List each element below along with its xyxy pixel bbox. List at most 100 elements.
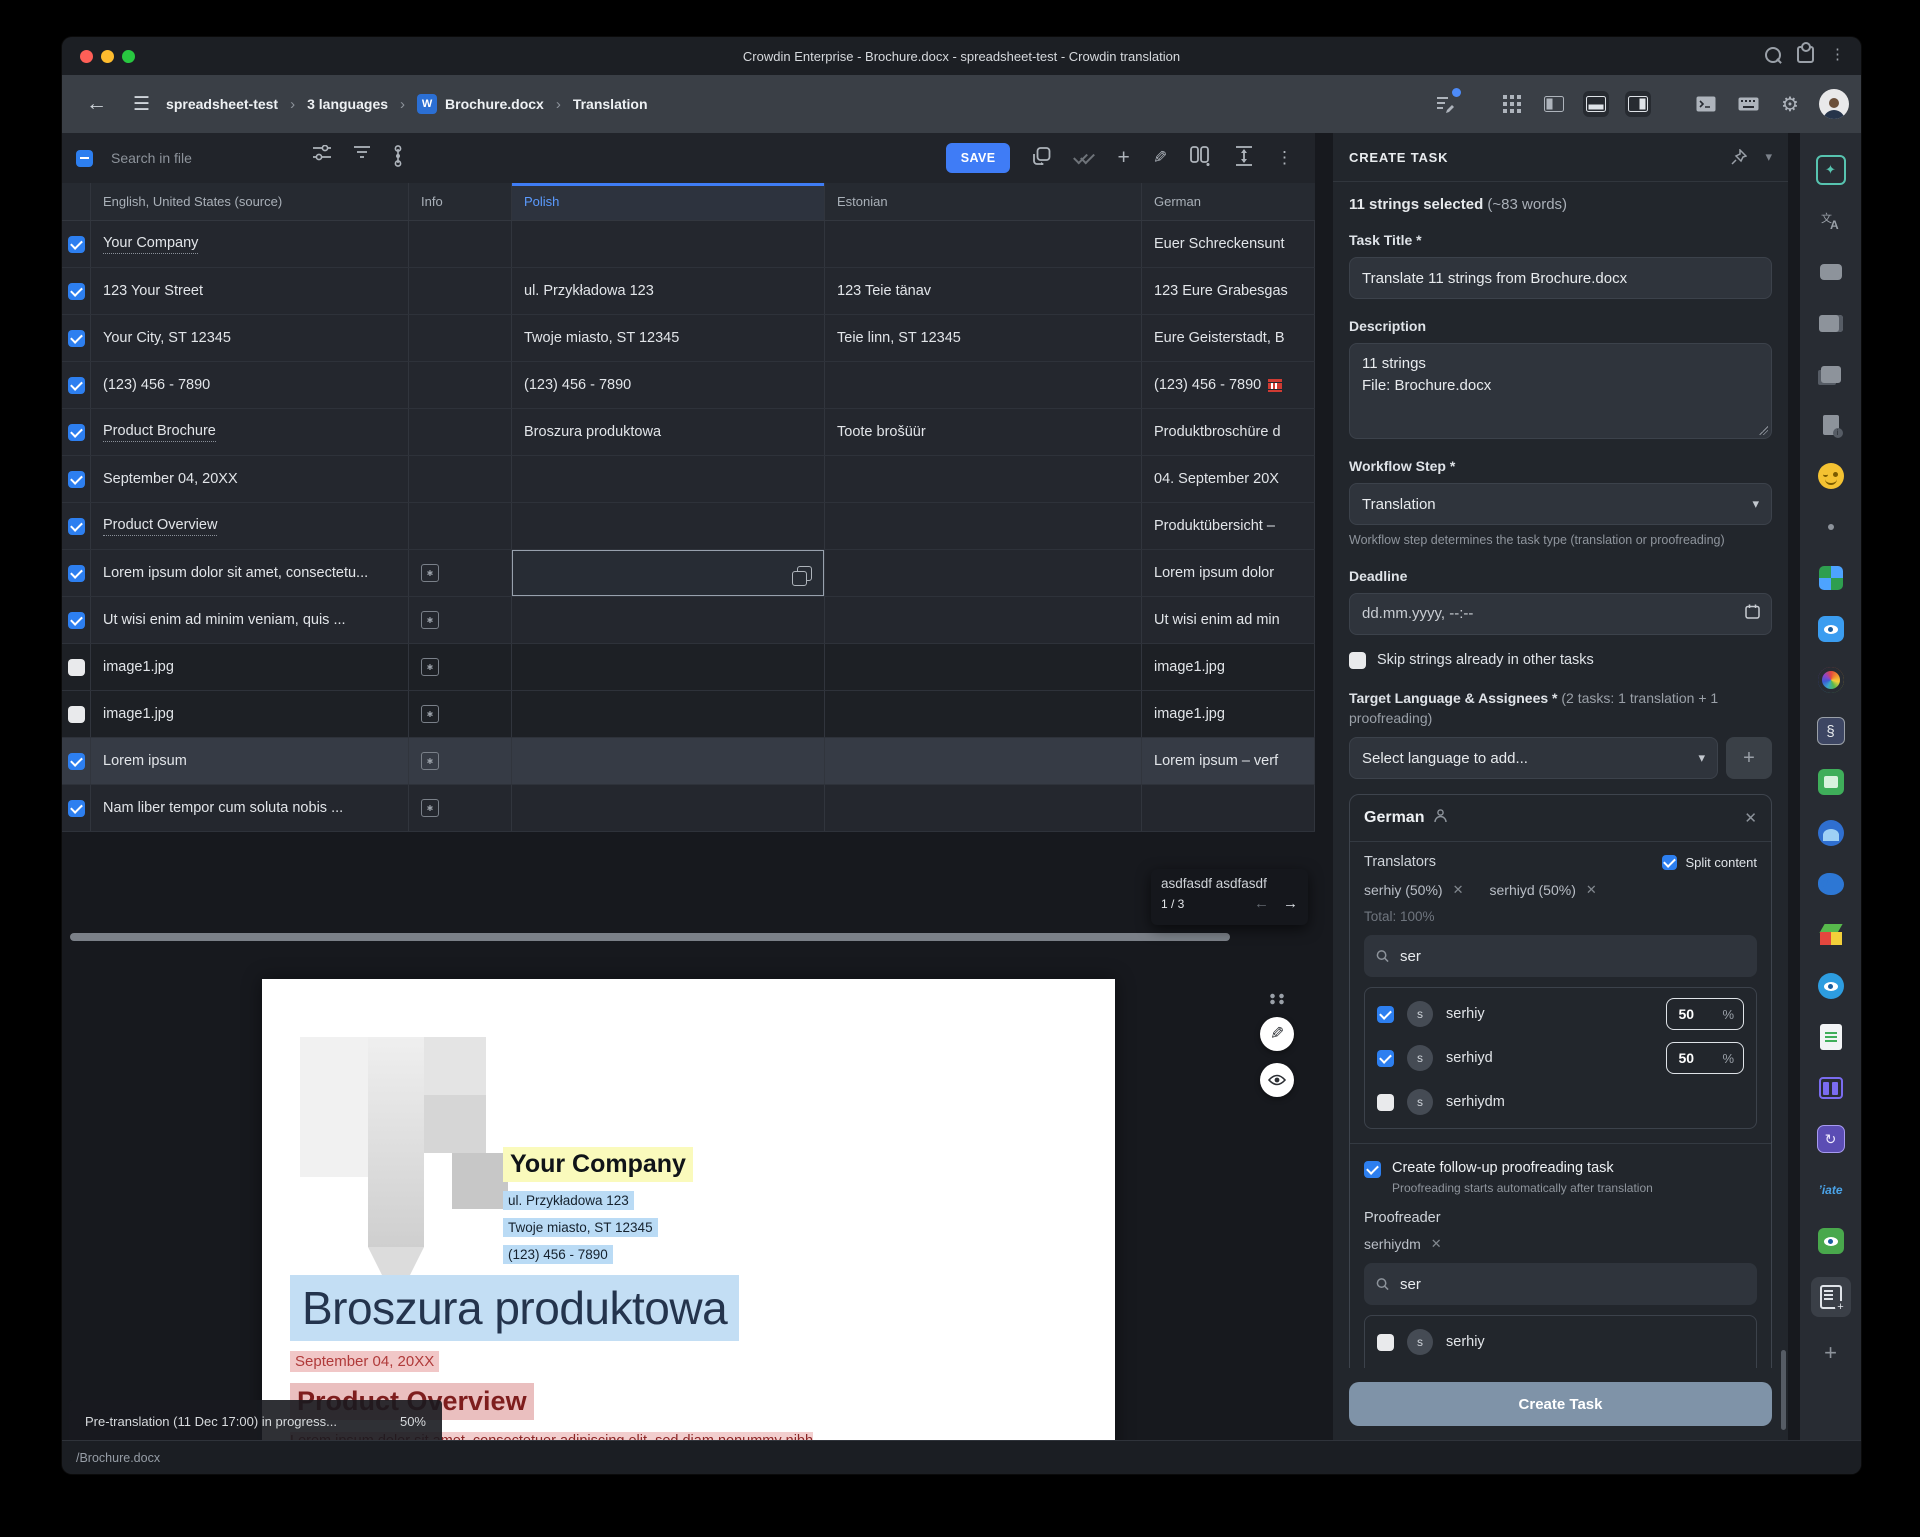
translator-search[interactable] <box>1364 935 1757 977</box>
context-info-icon[interactable]: ✱ <box>421 705 439 723</box>
eye-app-icon[interactable] <box>1816 614 1846 644</box>
row-checkbox-cell[interactable] <box>62 268 91 314</box>
polish-cell[interactable]: Twoje miasto, ST 12345 <box>512 315 825 361</box>
add-app-icon[interactable]: + <box>1816 1338 1846 1368</box>
remove-chip-icon[interactable]: ✕ <box>1453 882 1464 898</box>
comment-icon[interactable] <box>1816 257 1846 287</box>
save-button[interactable]: SAVE <box>946 143 1011 173</box>
gear-icon[interactable]: ⚙ <box>1777 91 1803 117</box>
cube-icon[interactable] <box>1816 920 1846 950</box>
row-checkbox[interactable] <box>68 659 85 676</box>
deadline-input[interactable] <box>1349 593 1772 635</box>
color-wheel-icon[interactable] <box>1816 665 1846 695</box>
skip-strings-checkbox[interactable] <box>1349 652 1366 669</box>
context-info-icon[interactable]: ✱ <box>421 799 439 817</box>
followup-proofreading-checkbox[interactable] <box>1364 1161 1381 1178</box>
green-eye-icon[interactable] <box>1816 1226 1846 1256</box>
estonian-cell[interactable] <box>825 456 1142 502</box>
german-cell[interactable]: Lorem ipsum – verf <box>1142 738 1315 784</box>
table-row[interactable]: image1.jpg✱image1.jpg <box>62 644 1315 691</box>
german-cell[interactable]: Produktübersicht – <box>1142 503 1315 549</box>
breadcrumb-step[interactable]: Translation <box>573 96 648 112</box>
german-cell[interactable]: Euer Schreckensunt <box>1142 221 1315 267</box>
german-cell[interactable]: Ut wisi enim ad min <box>1142 597 1315 643</box>
source-cell[interactable]: Lorem ipsum dolor sit amet, consectetu..… <box>91 550 409 596</box>
browser-zoom-icon[interactable] <box>1765 47 1781 63</box>
table-row[interactable]: image1.jpg✱image1.jpg <box>62 691 1315 738</box>
row-checkbox[interactable] <box>68 236 85 253</box>
percent-input[interactable]: % <box>1666 998 1744 1030</box>
info-cell[interactable]: ✱ <box>409 550 512 596</box>
editor-mode-icon[interactable] <box>1433 91 1459 117</box>
legal-paragraph-icon[interactable]: § <box>1816 716 1846 746</box>
breadcrumb-project[interactable]: spreadsheet-test <box>166 96 278 112</box>
breadcrumb-languages[interactable]: 3 languages <box>307 96 388 112</box>
context-info-icon[interactable]: ✱ <box>421 564 439 582</box>
column-header-info[interactable]: Info <box>409 183 512 220</box>
estonian-cell[interactable] <box>825 597 1142 643</box>
row-checkbox[interactable] <box>68 377 85 394</box>
doc-company-name[interactable]: Your Company <box>503 1147 693 1182</box>
german-cell[interactable]: (123) 456 - 7890 <box>1142 362 1315 408</box>
assignee-option[interactable]: sserhiy <box>1377 1320 1744 1364</box>
split-content-checkbox[interactable] <box>1662 855 1677 870</box>
estonian-cell[interactable]: Toote brošüür <box>825 409 1142 455</box>
estonian-cell[interactable]: 123 Teie tänav <box>825 268 1142 314</box>
percent-input[interactable]: % <box>1666 1042 1744 1074</box>
remove-language-icon[interactable]: ✕ <box>1744 809 1757 827</box>
layout-bottom-icon[interactable] <box>1583 91 1609 117</box>
table-row[interactable]: Ut wisi enim ad minim veniam, quis ...✱U… <box>62 597 1315 644</box>
row-checkbox-cell[interactable] <box>62 221 91 267</box>
source-cell[interactable]: image1.jpg <box>91 644 409 690</box>
panel-collapse-icon[interactable]: ▾ <box>1765 149 1772 165</box>
row-checkbox[interactable] <box>68 283 85 300</box>
filter-settings-icon[interactable] <box>313 145 331 172</box>
info-cell[interactable] <box>409 456 512 502</box>
column-header-german[interactable]: German <box>1142 183 1315 220</box>
edit-icon[interactable]: ✎ <box>1153 148 1167 168</box>
workflow-steps-icon[interactable] <box>393 145 403 172</box>
search-input[interactable] <box>109 149 283 167</box>
estonian-cell[interactable] <box>825 503 1142 549</box>
info-cell[interactable]: ✱ <box>409 785 512 831</box>
estonian-cell[interactable] <box>825 550 1142 596</box>
row-checkbox-cell[interactable] <box>62 503 91 549</box>
estonian-cell[interactable] <box>825 738 1142 784</box>
polish-cell[interactable]: (123) 456 - 7890 <box>512 362 825 408</box>
info-cell[interactable] <box>409 221 512 267</box>
browser-menu-icon[interactable]: ⋮ <box>1830 48 1845 61</box>
approve-all-icon[interactable] <box>1074 151 1094 165</box>
ai-prompt-icon[interactable]: ✦ <box>1816 155 1846 185</box>
extensions-icon[interactable] <box>1797 46 1814 63</box>
row-checkbox-cell[interactable] <box>62 597 91 643</box>
german-cell[interactable]: image1.jpg <box>1142 691 1315 737</box>
row-checkbox[interactable] <box>68 471 85 488</box>
minimize-window-button[interactable] <box>101 50 114 63</box>
row-checkbox-cell[interactable] <box>62 738 91 784</box>
crowdin-creature-icon[interactable] <box>1816 869 1846 899</box>
keyboard-icon[interactable] <box>1735 91 1761 117</box>
estonian-cell[interactable] <box>825 691 1142 737</box>
create-task-button[interactable]: Create Task <box>1349 1382 1772 1426</box>
pin-icon[interactable] <box>1731 149 1747 165</box>
calendar-icon[interactable] <box>1745 604 1760 624</box>
row-checkbox[interactable] <box>68 753 85 770</box>
column-header-source[interactable]: English, United States (source) <box>91 183 409 220</box>
doc-title[interactable]: Broszura produktowa <box>290 1275 739 1341</box>
row-checkbox-cell[interactable] <box>62 362 91 408</box>
row-checkbox-cell[interactable] <box>62 785 91 831</box>
row-checkbox-cell[interactable] <box>62 456 91 502</box>
table-row[interactable]: Nam liber tempor cum soluta nobis ...✱ <box>62 785 1315 832</box>
row-checkbox-cell[interactable] <box>62 691 91 737</box>
german-cell[interactable]: Produktbroschüre d <box>1142 409 1315 455</box>
polish-cell[interactable] <box>512 503 825 549</box>
word-doc-icon[interactable] <box>1816 1022 1846 1052</box>
blue-app-icon[interactable] <box>1816 818 1846 848</box>
info-cell[interactable]: ✱ <box>409 738 512 784</box>
context-info-icon[interactable]: ✱ <box>421 752 439 770</box>
row-checkbox[interactable] <box>68 612 85 629</box>
assignee-checkbox[interactable] <box>1377 1094 1394 1111</box>
task-title-input[interactable] <box>1349 257 1772 299</box>
source-cell[interactable]: (123) 456 - 7890 <box>91 362 409 408</box>
german-cell[interactable]: Lorem ipsum dolor <box>1142 550 1315 596</box>
